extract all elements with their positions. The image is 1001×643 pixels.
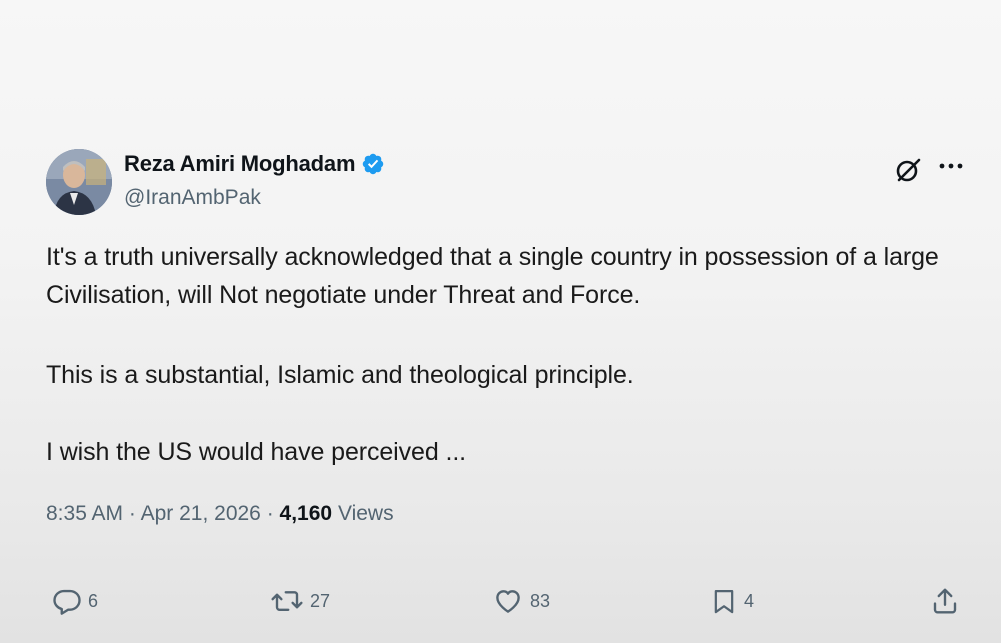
- profile-photo-icon: [46, 149, 112, 215]
- share-icon: [933, 588, 957, 614]
- bookmark-button[interactable]: 4: [710, 586, 754, 616]
- more-options-icon[interactable]: [936, 156, 966, 176]
- avatar[interactable]: [46, 149, 112, 215]
- meta-separator: ·: [266, 502, 274, 525]
- author-handle[interactable]: @IranAmbPak: [124, 186, 261, 210]
- reply-count: 6: [88, 590, 99, 611]
- views-label: Views: [337, 502, 394, 525]
- like-button[interactable]: 83: [492, 586, 550, 616]
- views-count: 4,160: [279, 502, 333, 525]
- like-count: 83: [530, 590, 551, 611]
- share-button[interactable]: [930, 586, 960, 616]
- grok-icon[interactable]: [894, 156, 922, 184]
- reply-button[interactable]: 6: [52, 586, 98, 616]
- tweet-paragraph-1: It's a truth universally acknowledged th…: [46, 243, 939, 309]
- verified-badge-icon[interactable]: [361, 152, 385, 176]
- meta-separator: ·: [128, 502, 136, 525]
- repost-count: 27: [310, 590, 331, 611]
- tweet-paragraph-3: I wish the US would have perceived ...: [46, 438, 467, 466]
- tweet-date[interactable]: Apr 21, 2026: [141, 502, 261, 525]
- heart-icon: [496, 590, 520, 613]
- repost-button[interactable]: 27: [270, 586, 330, 616]
- tweet-paragraph-2: This is a substantial, Islamic and theol…: [46, 361, 634, 389]
- repost-icon: [271, 591, 303, 611]
- reply-icon: [53, 589, 81, 615]
- bookmark-count: 4: [744, 590, 755, 611]
- tweet-time[interactable]: 8:35 AM: [46, 502, 123, 525]
- tweet-card: Reza Amiri Moghadam @IranAmbPak It's a t…: [0, 0, 1001, 643]
- author-display-name[interactable]: Reza Amiri Moghadam: [124, 151, 356, 177]
- tweet-meta: 8:35 AM · Apr 21, 2026 · 4,160 Views: [46, 502, 394, 526]
- bookmark-icon: [714, 589, 734, 614]
- author-name-row: Reza Amiri Moghadam: [124, 151, 385, 177]
